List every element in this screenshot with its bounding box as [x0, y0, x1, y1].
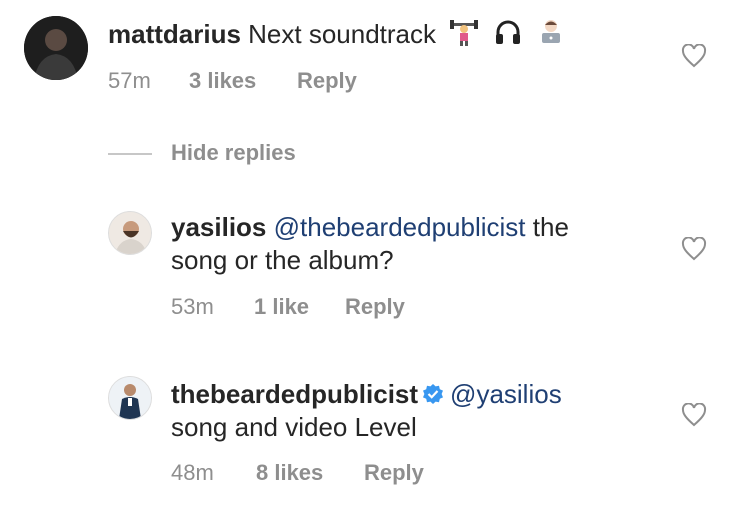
reply-username[interactable]: thebeardedpublicist	[171, 379, 418, 409]
comment-line: mattdarius Next soundtrack	[108, 17, 566, 50]
reply-username[interactable]: yasilios	[171, 212, 266, 242]
avatar[interactable]	[108, 376, 152, 420]
verified-badge-icon	[423, 384, 444, 404]
reply-reply-button[interactable]: Reply	[345, 294, 405, 320]
avatar[interactable]	[24, 16, 88, 80]
reply-likes[interactable]: 8 likes	[256, 460, 323, 486]
weight-lifting-woman-emoji	[450, 20, 479, 46]
heart-icon[interactable]	[681, 237, 707, 261]
comment-time: 57m	[108, 68, 151, 93]
comment-meta: 57m 3 likes Reply	[108, 68, 408, 94]
comment-text: Next soundtrack	[248, 19, 437, 49]
reply-time: 48m	[171, 460, 214, 485]
hide-replies-button[interactable]: Hide replies	[171, 140, 296, 166]
reply-meta: 48m 8 likes Reply	[171, 460, 471, 486]
heart-icon[interactable]	[681, 44, 707, 68]
reply-mention[interactable]: @yasilios	[450, 379, 562, 409]
avatar-image	[24, 16, 88, 80]
avatar-image	[109, 212, 151, 254]
reply-mention[interactable]: @thebeardedpublicist	[274, 212, 526, 242]
replies-divider	[108, 153, 152, 155]
reply-line-1: thebeardedpublicist @yasilios	[171, 378, 562, 410]
comment-likes[interactable]: 3 likes	[189, 68, 256, 94]
reply-time: 53m	[171, 294, 214, 319]
avatar[interactable]	[108, 211, 152, 255]
reply-reply-button[interactable]: Reply	[364, 460, 424, 486]
reply-likes[interactable]: 1 like	[254, 294, 309, 320]
reply-text-line-2: song and video Level	[171, 412, 417, 442]
comment-reply-button[interactable]: Reply	[297, 68, 357, 94]
reply-text-line-2: song or the album?	[171, 245, 394, 275]
reply-line-1: yasilios @thebeardedpublicist the	[171, 211, 569, 243]
headphones-emoji	[495, 20, 520, 44]
technologist-emoji	[541, 20, 560, 43]
reply-meta: 53m 1 like Reply	[171, 294, 471, 320]
heart-icon[interactable]	[681, 403, 707, 427]
comment-username[interactable]: mattdarius	[108, 19, 241, 49]
reply-text: the	[532, 212, 569, 242]
avatar-image	[109, 377, 151, 419]
